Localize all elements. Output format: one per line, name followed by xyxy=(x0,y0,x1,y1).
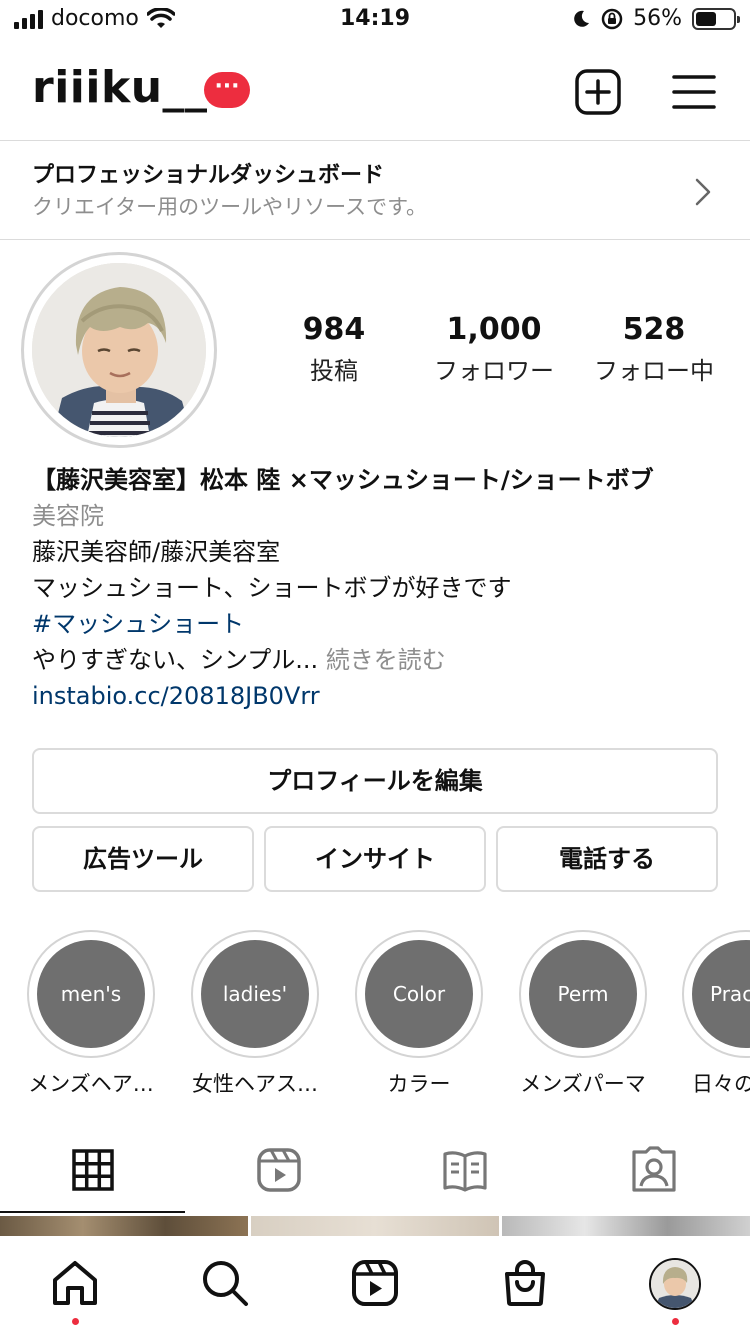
website-link[interactable]: instabio.cc/20818JB0Vrr xyxy=(32,678,732,714)
stat-value: 984 xyxy=(302,312,366,347)
story-highlight[interactable]: Prac 日々の xyxy=(682,930,750,1098)
new-post-icon[interactable] xyxy=(574,68,622,116)
bio-truncated-row: やりすぎない、シンプル... 続きを読む xyxy=(32,642,732,678)
bio-line: 藤沢美容師/藤沢美容室 xyxy=(32,538,281,566)
stat-value: 528 xyxy=(622,312,686,347)
edit-profile-button[interactable]: プロフィールを編集 xyxy=(32,748,718,814)
story-highlight[interactable]: men's メンズヘア… xyxy=(26,930,156,1098)
profile-header: riiiku__ ··· xyxy=(0,52,750,132)
stat-label: 投稿 xyxy=(310,357,358,385)
profile-bio: 【藤沢美容室】松本 陸 ×マッシュショート/ショートボブ 美容院 藤沢美容師/藤… xyxy=(32,462,732,714)
category-label: 美容院 xyxy=(32,502,104,530)
profile-avatar[interactable] xyxy=(649,1258,701,1310)
active-tab-indicator xyxy=(0,1211,185,1213)
post-thumbnail[interactable] xyxy=(251,1216,499,1238)
highlight-label: 女性ヘアス… xyxy=(192,1072,318,1096)
hashtag-link[interactable]: #マッシュショート xyxy=(32,606,732,642)
status-bar: docomo 14:19 56% xyxy=(0,0,750,40)
ad-tools-button[interactable]: 広告ツール xyxy=(32,826,254,892)
highlight-label: 日々の xyxy=(692,1072,750,1096)
dashboard-subtitle: クリエイター用のツールやリソースです。 xyxy=(32,195,428,219)
stat-label: フォロー中 xyxy=(594,357,714,385)
menu-icon[interactable] xyxy=(670,68,718,116)
highlight-ring: Color xyxy=(355,930,483,1058)
post-thumbnail[interactable] xyxy=(502,1216,750,1238)
battery-fill xyxy=(696,11,717,26)
stat-followers[interactable]: 1,000 フォロワー xyxy=(414,312,574,386)
highlight-label: カラー xyxy=(387,1072,451,1096)
bottom-navigation xyxy=(0,1236,750,1334)
display-name: 【藤沢美容室】松本 陸 ×マッシュショート/ショートボブ xyxy=(32,466,654,494)
guides-icon[interactable] xyxy=(441,1146,489,1194)
battery-percent: 56% xyxy=(633,6,682,31)
highlight-cover: Perm xyxy=(529,940,637,1048)
highlight-cover: men's xyxy=(37,940,145,1048)
highlight-ring: men's xyxy=(27,930,155,1058)
stat-posts[interactable]: 984 投稿 xyxy=(254,312,414,386)
call-button[interactable]: 電話する xyxy=(496,826,718,892)
search-icon[interactable] xyxy=(200,1258,250,1308)
username[interactable]: riiiku__ xyxy=(32,62,208,113)
highlight-ring: Perm xyxy=(519,930,647,1058)
highlight-ring: Prac xyxy=(682,930,750,1058)
reels-icon[interactable] xyxy=(350,1258,400,1308)
notification-dot xyxy=(72,1318,79,1325)
rotation-lock-icon xyxy=(601,8,623,29)
highlight-cover: ladies' xyxy=(201,940,309,1048)
profile-avatar-ring[interactable] xyxy=(21,252,217,448)
highlight-label: メンズパーマ xyxy=(520,1072,646,1096)
highlight-cover: Color xyxy=(365,940,473,1048)
bio-line: やりすぎない、シンプル... xyxy=(32,646,319,674)
divider xyxy=(0,239,750,240)
highlight-ring: ladies' xyxy=(191,930,319,1058)
post-thumbnail[interactable] xyxy=(0,1216,248,1238)
story-highlight[interactable]: Perm メンズパーマ xyxy=(518,930,648,1098)
story-highlight[interactable]: ladies' 女性ヘアス… xyxy=(190,930,320,1098)
bio-line: マッシュショート、ショートボブが好きです xyxy=(32,574,512,602)
story-highlight[interactable]: Color カラー xyxy=(354,930,484,1098)
notification-badge[interactable]: ··· xyxy=(204,72,250,108)
status-right: 56% xyxy=(571,6,740,31)
insights-button[interactable]: インサイト xyxy=(264,826,486,892)
stat-value: 1,000 xyxy=(446,312,542,347)
grid-icon[interactable] xyxy=(69,1146,117,1194)
tagged-icon[interactable] xyxy=(630,1146,678,1194)
professional-dashboard[interactable]: プロフェッショナルダッシュボード クリエイター用のツールやリソースです。 xyxy=(0,141,750,239)
moon-icon xyxy=(574,10,590,27)
highlight-cover: Prac xyxy=(692,940,750,1048)
chevron-right-icon xyxy=(695,178,711,206)
read-more-link[interactable]: 続きを読む xyxy=(326,646,446,674)
shop-icon[interactable] xyxy=(500,1258,550,1308)
home-icon[interactable] xyxy=(50,1258,100,1308)
reels-icon[interactable] xyxy=(255,1146,303,1194)
battery-icon xyxy=(692,7,740,30)
stat-following[interactable]: 528 フォロー中 xyxy=(574,312,734,386)
dashboard-title: プロフェッショナルダッシュボード xyxy=(32,163,385,188)
notification-dot xyxy=(672,1318,679,1325)
stat-label: フォロワー xyxy=(434,357,554,385)
highlight-label: メンズヘア… xyxy=(28,1072,154,1096)
profile-avatar xyxy=(32,263,206,437)
